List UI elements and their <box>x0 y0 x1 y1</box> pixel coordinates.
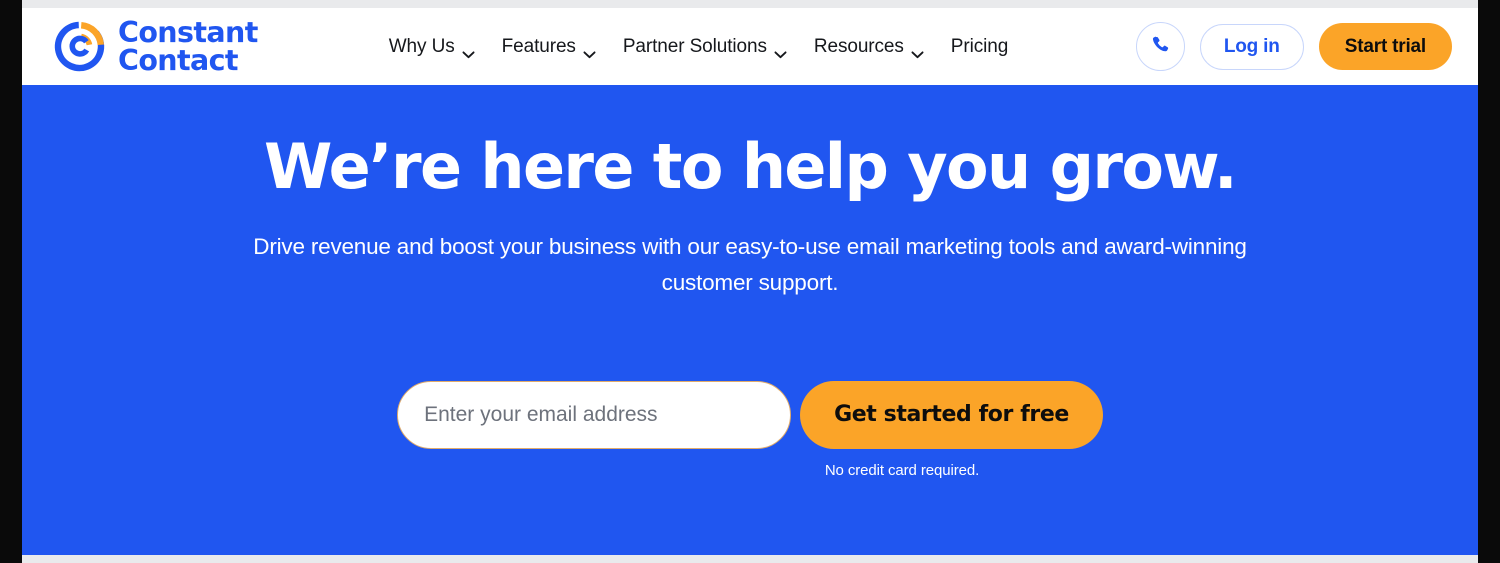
chevron-down-icon <box>911 43 924 58</box>
start-trial-label: Start trial <box>1344 35 1426 57</box>
page-root: Constant Contact Why Us Features Partner… <box>22 8 1478 555</box>
chevron-down-icon <box>583 43 596 58</box>
call-us-button[interactable] <box>1135 22 1185 71</box>
nav-item-why-us[interactable]: Why Us <box>389 36 475 58</box>
nav-item-label: Partner Solutions <box>622 35 767 57</box>
nav-item-label: Features <box>501 35 576 57</box>
nav-item-label: Why Us <box>388 35 455 57</box>
get-started-button[interactable]: Get started for free <box>800 380 1103 449</box>
email-input[interactable] <box>397 380 792 449</box>
start-trial-button[interactable]: Start trial <box>1318 23 1452 70</box>
site-header: Constant Contact Why Us Features Partner… <box>22 8 1478 85</box>
phone-icon <box>1150 34 1171 60</box>
nav-item-resources[interactable]: Resources <box>814 36 924 58</box>
brand-wordmark-line1: Constant <box>118 16 258 50</box>
fineprint-wrapper: No credit card required. <box>452 462 1048 479</box>
header-actions: Log in Start trial <box>1135 22 1464 71</box>
no-credit-card-note: No credit card required. <box>824 461 980 479</box>
chevron-down-icon <box>774 43 787 58</box>
nav-item-label: Resources <box>813 35 904 57</box>
nav-item-label: Pricing <box>950 35 1009 57</box>
brand-wordmark-line2: Contact <box>118 43 239 77</box>
screenshot-frame: Constant Contact Why Us Features Partner… <box>0 0 1500 563</box>
hero-subtitle: Drive revenue and boost your business wi… <box>253 233 1247 296</box>
chevron-down-icon <box>462 43 475 58</box>
nav-item-partner-solutions[interactable]: Partner Solutions <box>623 36 787 58</box>
hero-section: We’re here to help you grow. Drive reven… <box>22 85 1478 555</box>
brand-logo-link[interactable]: Constant Contact <box>52 16 258 77</box>
primary-navigation: Why Us Features Partner Solutions Resour… <box>389 36 1008 58</box>
window-bottom-strip <box>22 555 1478 563</box>
log-in-button[interactable]: Log in <box>1199 23 1304 70</box>
log-in-label: Log in <box>1223 35 1280 57</box>
brand-wordmark: Constant Contact <box>118 16 258 77</box>
signup-form: Get started for free <box>22 380 1478 449</box>
hero-title: We’re here to help you grow. <box>264 130 1238 203</box>
constant-contact-logo-icon <box>52 19 107 74</box>
window-top-strip <box>22 0 1478 8</box>
nav-item-features[interactable]: Features <box>502 36 596 58</box>
nav-item-pricing[interactable]: Pricing <box>951 36 1008 58</box>
fineprint-row: No credit card required. <box>22 462 1478 479</box>
